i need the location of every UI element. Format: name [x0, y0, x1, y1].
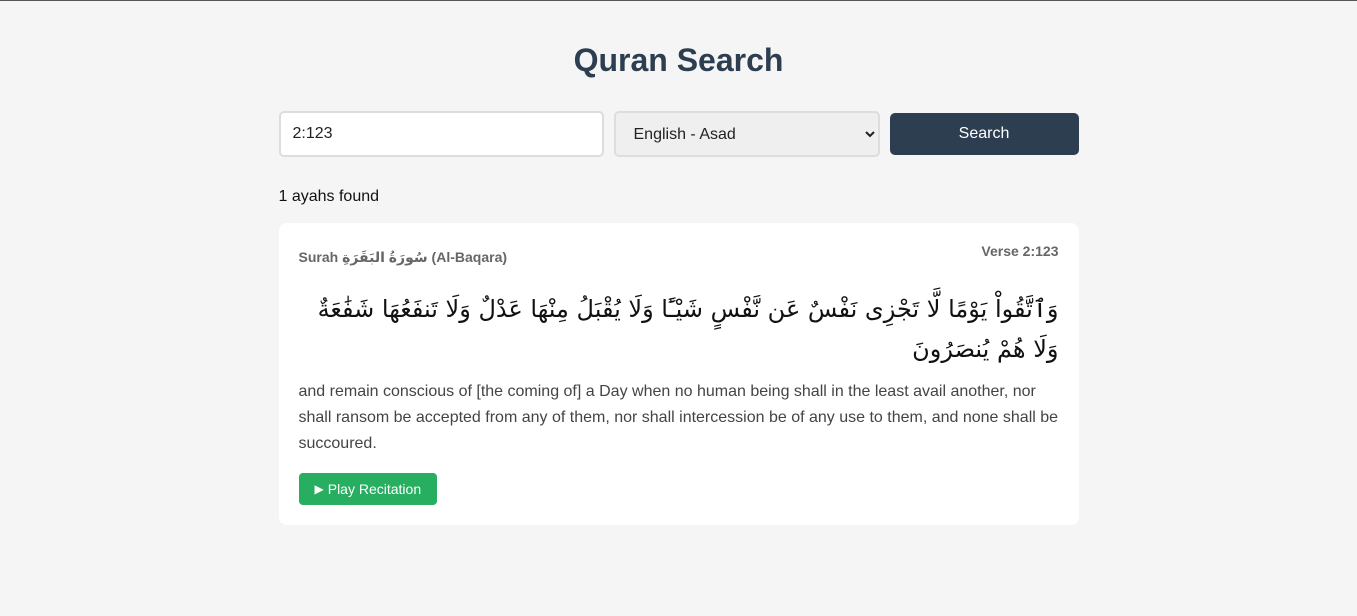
translation-select[interactable]: English - Asad	[613, 111, 880, 157]
ayah-card: Surah سُورَةُ البَقَرَةِ (Al-Baqara) Ver…	[278, 223, 1079, 525]
search-input[interactable]	[278, 111, 604, 157]
verse-reference: Verse 2:123	[981, 243, 1059, 259]
play-recitation-label: Play Recitation	[327, 481, 422, 497]
ayah-card-header: Surah سُورَةُ البَقَرَةِ (Al-Baqara) Ver…	[299, 243, 1059, 269]
search-bar: English - Asad Search	[278, 110, 1079, 158]
translation-text: and remain conscious of [the coming of] …	[298, 383, 1059, 452]
play-recitation-button[interactable]: ▶ Play Recitation	[298, 473, 438, 505]
results-count: 1 ayahs found	[278, 188, 380, 205]
play-icon: ▶	[314, 482, 324, 496]
arabic-text: وَٱتَّقُواْ يَوْمًا لَّا تَجْزِى نَفْسٌ …	[317, 295, 1059, 363]
page-container: Quran Search English - Asad Search 1 aya…	[278, 1, 1079, 525]
search-button[interactable]: Search	[889, 113, 1079, 155]
page-title: Quran Search	[573, 42, 784, 78]
surah-name: Surah سُورَةُ البَقَرَةِ (Al-Baqara)	[298, 249, 508, 265]
